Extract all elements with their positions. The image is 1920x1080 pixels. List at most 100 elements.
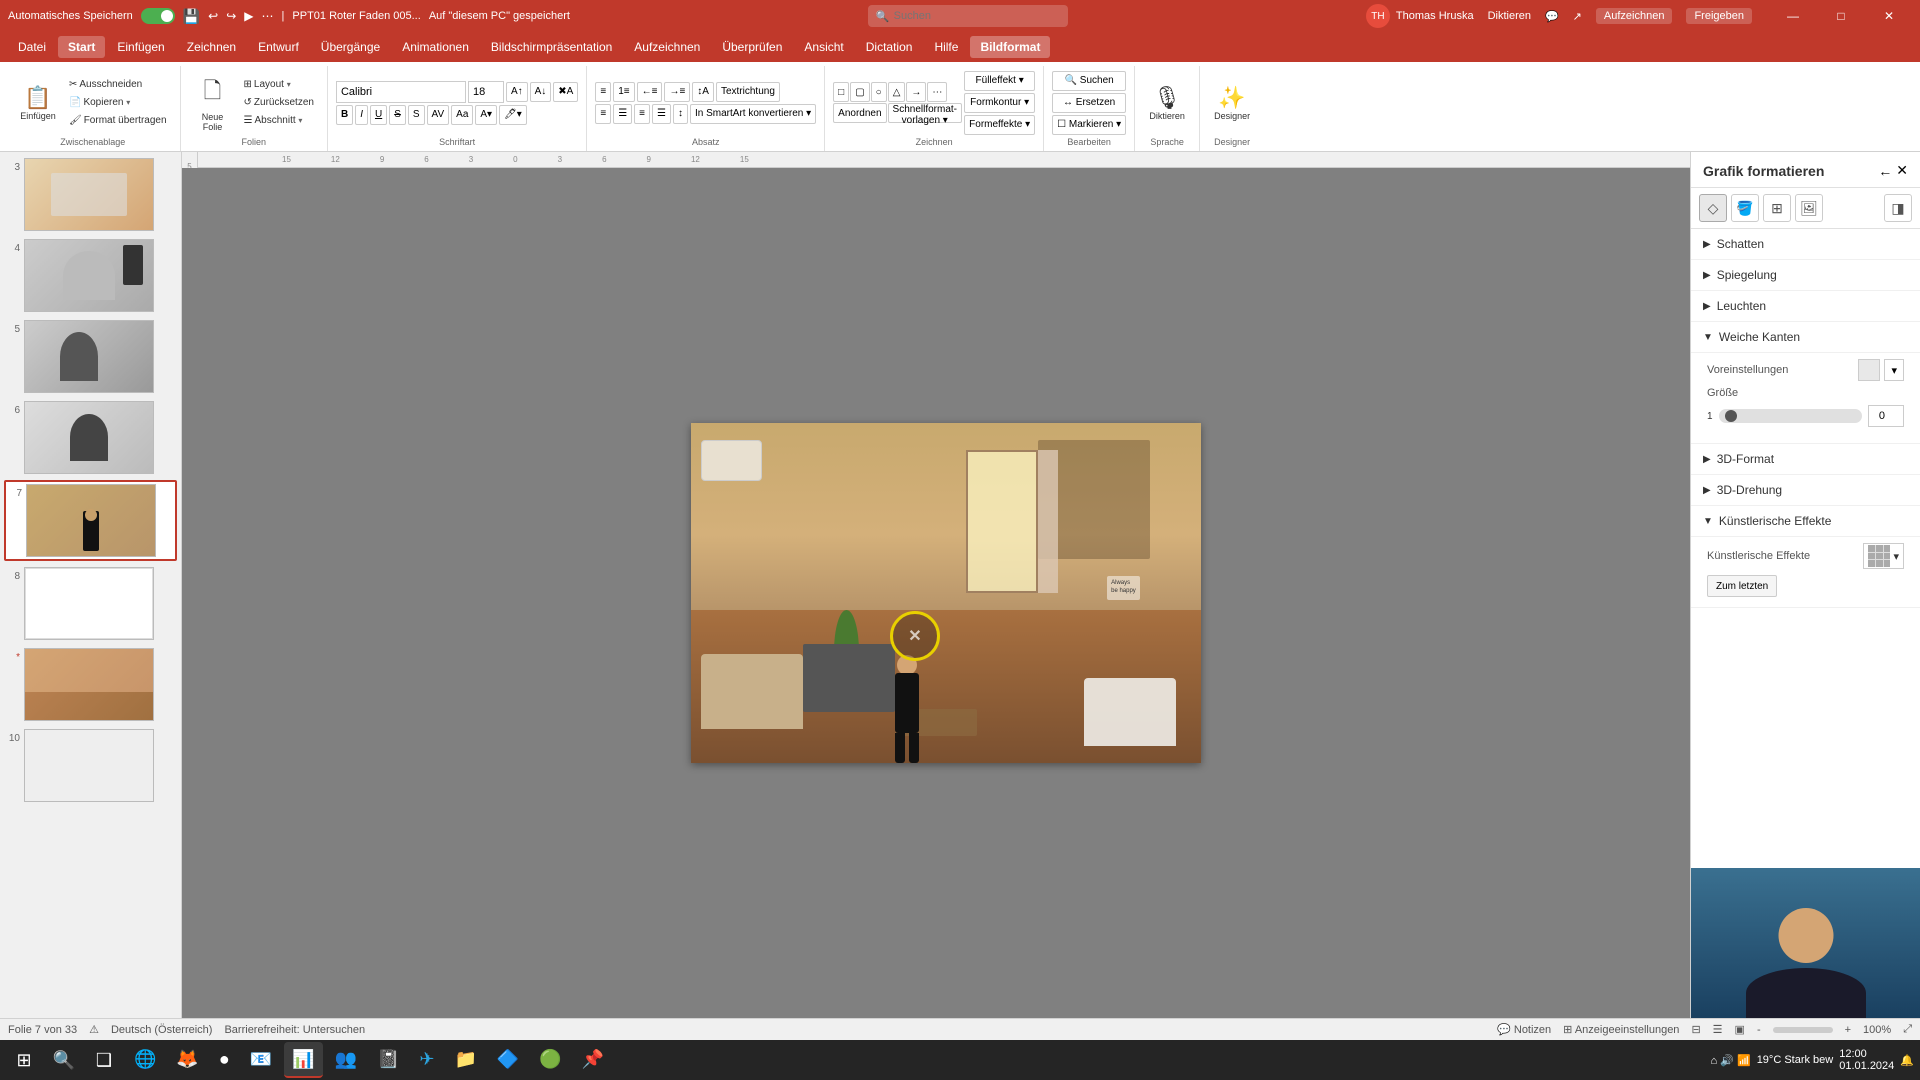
- kopieren-button[interactable]: 📄Kopieren ▾: [64, 94, 172, 111]
- zoom-out-button[interactable]: -: [1757, 1024, 1761, 1036]
- smartart-button[interactable]: In SmartArt konvertieren ▾: [690, 104, 816, 124]
- anordnen-button[interactable]: Anordnen: [833, 103, 886, 123]
- slide-item-3[interactable]: 3: [4, 156, 177, 233]
- present-icon[interactable]: ▶: [244, 9, 253, 23]
- leuchten-section[interactable]: ▶ Leuchten: [1691, 291, 1920, 322]
- groesse-slider[interactable]: [1719, 409, 1862, 423]
- share-icon[interactable]: ↗: [1573, 10, 1582, 23]
- groesse-input[interactable]: [1868, 405, 1904, 427]
- notification-bell[interactable]: 🔔: [1900, 1054, 1914, 1067]
- format-tab-fill[interactable]: 🪣: [1731, 194, 1759, 222]
- taskbar-chrome[interactable]: ●: [211, 1042, 238, 1078]
- font-increase-button[interactable]: A↑: [506, 82, 528, 102]
- slide-item-8[interactable]: 8: [4, 565, 177, 642]
- shape-roundrect[interactable]: ▢: [850, 82, 869, 102]
- accessibility-label[interactable]: Barrierefreiheit: Untersuchen: [224, 1024, 365, 1036]
- more-icon[interactable]: ⋯: [262, 9, 274, 23]
- einfuegen-button[interactable]: 📋 Einfügen: [14, 71, 62, 135]
- fit-button[interactable]: ⤢: [1903, 1023, 1912, 1036]
- taskbar-app3[interactable]: 📌: [574, 1042, 612, 1078]
- diktieren-button[interactable]: 🎙 Diktieren: [1143, 71, 1191, 135]
- font-name-input[interactable]: [336, 81, 466, 103]
- formeffekte-button[interactable]: Formeffekte ▾: [964, 115, 1035, 135]
- bullets-button[interactable]: ≡: [595, 82, 611, 102]
- zoom-in-button[interactable]: +: [1845, 1024, 1851, 1036]
- italic-button[interactable]: I: [355, 105, 368, 125]
- fuelleffekt-button[interactable]: Fülleffekt ▾: [964, 71, 1035, 91]
- display-settings-button[interactable]: ⊞ Anzeigeeinstellungen: [1563, 1023, 1679, 1036]
- zoom-slider[interactable]: [1773, 1027, 1833, 1033]
- format-panel-close-button[interactable]: ✕: [1896, 162, 1908, 179]
- toolbar-save-icon[interactable]: 💾: [183, 8, 200, 25]
- format-panel-back-button[interactable]: ←: [1878, 162, 1892, 179]
- suchen-button[interactable]: 🔍 Suchen: [1052, 71, 1126, 91]
- comments-icon[interactable]: 💬: [1545, 10, 1559, 23]
- layout-button[interactable]: ⊞Layout ▾: [239, 76, 319, 93]
- schatten-section[interactable]: ▶ Schatten: [1691, 229, 1920, 260]
- format-tab-right[interactable]: ◨: [1884, 194, 1912, 222]
- menu-einfuegen[interactable]: Einfügen: [107, 36, 174, 58]
- font-decrease-button[interactable]: A↓: [530, 82, 552, 102]
- kuenstlerische-effekte-section[interactable]: ▼ Künstlerische Effekte: [1691, 506, 1920, 537]
- shape-arrow[interactable]: →: [906, 82, 926, 102]
- notes-button[interactable]: 💬 Notizen: [1497, 1023, 1551, 1036]
- shape-circle[interactable]: ○: [871, 82, 887, 102]
- zuruecksetzen-button[interactable]: ↺Zurücksetzen: [239, 94, 319, 111]
- shape-rect[interactable]: □: [833, 82, 849, 102]
- designer-button[interactable]: ✨ Designer: [1208, 71, 1256, 135]
- underline-button[interactable]: U: [370, 105, 387, 125]
- autosave-toggle[interactable]: [141, 8, 175, 24]
- format-tab-grid[interactable]: ⊞: [1763, 194, 1791, 222]
- neue-folie-button[interactable]: 🗋 NeueFolie: [189, 69, 237, 137]
- language-label[interactable]: Deutsch (Österreich): [111, 1024, 212, 1036]
- line-spacing-button[interactable]: ↕: [673, 104, 688, 124]
- format-uebertragen-button[interactable]: 🖌Format übertragen: [64, 112, 172, 129]
- ausschneiden-button[interactable]: ✂Ausschneiden: [64, 76, 172, 93]
- indent-inc-button[interactable]: →≡: [664, 82, 690, 102]
- user-avatar[interactable]: TH: [1366, 4, 1390, 28]
- start-button[interactable]: ⊞: [6, 1042, 42, 1078]
- highlight-button[interactable]: 🖊▾: [499, 105, 527, 125]
- taskbar-taskview[interactable]: ❑: [86, 1042, 122, 1078]
- minimize-button[interactable]: —: [1770, 0, 1816, 32]
- search-input[interactable]: [894, 10, 1060, 22]
- abschnitt-button[interactable]: ☰Abschnitt ▾: [239, 112, 319, 129]
- menu-hilfe[interactable]: Hilfe: [924, 36, 968, 58]
- menu-ueberpruefen[interactable]: Überprüfen: [712, 36, 792, 58]
- format-tab-image[interactable]: 🖼: [1795, 194, 1823, 222]
- schnellformat-button[interactable]: Schnellformat-vorlagen ▾: [888, 103, 962, 123]
- search-box[interactable]: 🔍: [868, 5, 1068, 27]
- maximize-button[interactable]: □: [1818, 0, 1864, 32]
- weiche-kanten-section[interactable]: ▼ Weiche Kanten: [1691, 322, 1920, 353]
- view-normal-icon[interactable]: ⊟: [1691, 1023, 1700, 1036]
- menu-dictation[interactable]: Dictation: [856, 36, 923, 58]
- taskbar-telegram[interactable]: ✈: [411, 1042, 442, 1078]
- voreinstellungen-box[interactable]: [1858, 359, 1880, 381]
- shape-more[interactable]: ⋯: [927, 82, 947, 102]
- taskbar-app1[interactable]: 🔷: [489, 1042, 527, 1078]
- slide-item-6[interactable]: 6: [4, 399, 177, 476]
- ersetzen-button[interactable]: ↔ Ersetzen: [1052, 93, 1126, 113]
- shape-triangle[interactable]: △: [888, 82, 906, 102]
- undo-icon[interactable]: ↩: [208, 9, 218, 23]
- bold-button[interactable]: B: [336, 105, 353, 125]
- formkontur-button[interactable]: Formkontur ▾: [964, 93, 1035, 113]
- strikethrough-button[interactable]: S: [389, 105, 406, 125]
- menu-entwurf[interactable]: Entwurf: [248, 36, 309, 58]
- text-direction-button[interactable]: ↕A: [692, 82, 714, 102]
- charspace-button[interactable]: AV: [427, 105, 450, 125]
- format-tab-shape[interactable]: ◇: [1699, 194, 1727, 222]
- menu-aufzeichnen[interactable]: Aufzeichnen: [624, 36, 710, 58]
- freigeben-btn[interactable]: Freigeben: [1686, 8, 1752, 24]
- menu-bildformat[interactable]: Bildformat: [970, 36, 1050, 58]
- indent-dec-button[interactable]: ←≡: [637, 82, 663, 102]
- taskbar-outlook[interactable]: 📧: [242, 1042, 280, 1078]
- slide-canvas[interactable]: ✕ Alwaysbe happy: [691, 423, 1201, 763]
- slide-item-7[interactable]: 7: [4, 480, 177, 561]
- taskbar-search[interactable]: 🔍: [46, 1042, 82, 1078]
- record-btn[interactable]: Aufzeichnen: [1596, 8, 1673, 24]
- menu-zeichnen[interactable]: Zeichnen: [177, 36, 246, 58]
- columns-button[interactable]: Textrichtung: [716, 82, 780, 102]
- taskbar-teams[interactable]: 👥: [327, 1042, 365, 1078]
- font-color-button[interactable]: A▾: [475, 105, 497, 125]
